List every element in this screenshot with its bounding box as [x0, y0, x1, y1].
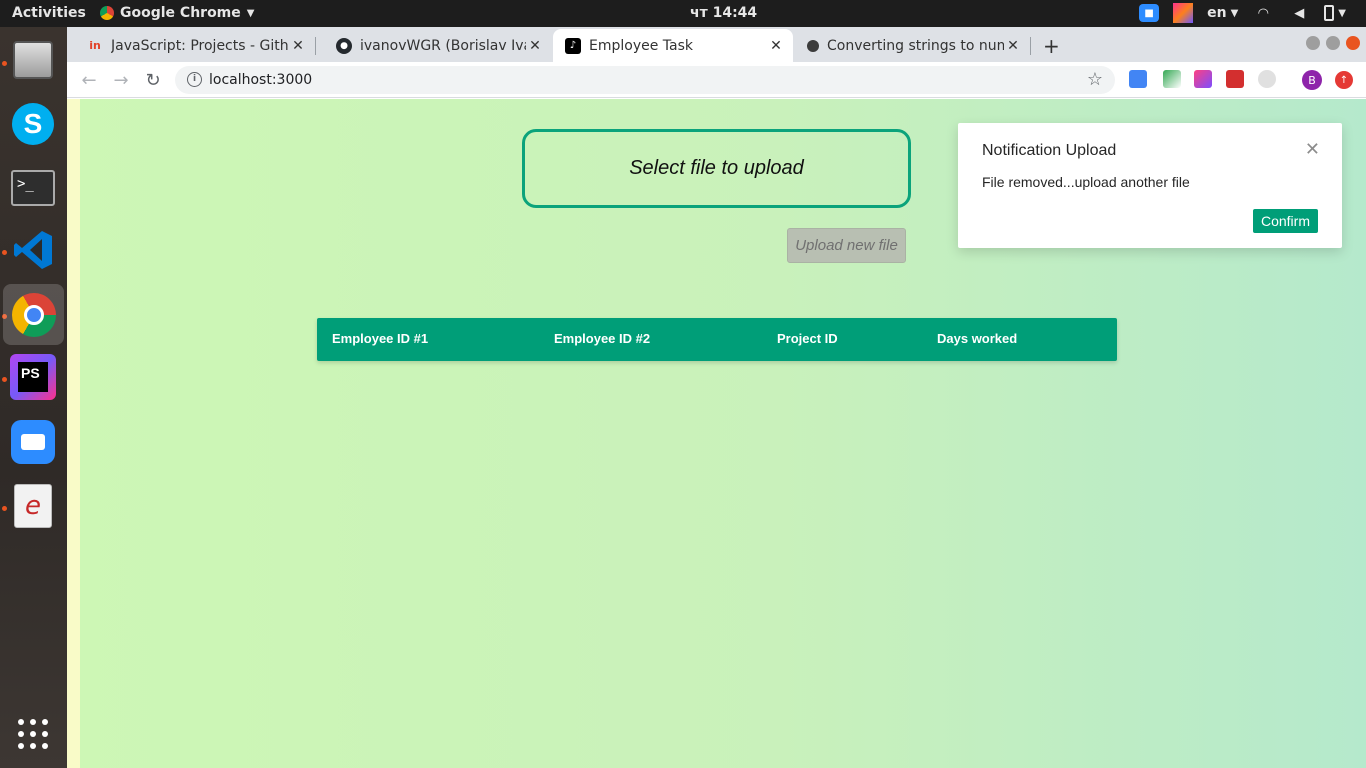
- new-tab-button[interactable]: +: [1043, 34, 1060, 58]
- url-text: localhost:3000: [209, 72, 313, 88]
- minimize-button[interactable]: [1306, 36, 1320, 50]
- terminal-icon[interactable]: >_: [8, 163, 58, 213]
- column-header-employee-1: Employee ID #1: [332, 331, 429, 346]
- vscode-icon[interactable]: [8, 225, 58, 275]
- reload-button[interactable]: ↻: [141, 68, 165, 92]
- clock[interactable]: чт 14:44: [690, 5, 757, 21]
- tab-strip: in JavaScript: Projects - Gith ✕ ● ivano…: [67, 27, 1366, 62]
- close-icon[interactable]: ✕: [1305, 139, 1320, 160]
- site-info-icon[interactable]: i: [187, 72, 202, 87]
- profile-initial: B: [1308, 73, 1316, 87]
- running-indicator: [2, 377, 7, 382]
- column-header-employee-2: Employee ID #2: [554, 331, 651, 346]
- column-header-days-worked: Days worked: [937, 331, 1018, 346]
- notification-title: Notification Upload: [982, 142, 1117, 159]
- files-icon[interactable]: [8, 35, 58, 85]
- results-table-header: Employee ID #1 Employee ID #2 Project ID…: [317, 318, 1117, 361]
- page-content: Select file to upload Upload new file Em…: [67, 99, 1366, 768]
- translate-extension-icon[interactable]: [1129, 70, 1147, 88]
- profile-avatar[interactable]: B: [1302, 70, 1322, 90]
- jetbrains-toolbox-icon[interactable]: [1173, 3, 1194, 23]
- color-picker-extension-icon[interactable]: [1163, 70, 1181, 88]
- tiktok-icon: ♪: [565, 37, 581, 54]
- app-menu-label: Google Chrome: [120, 5, 241, 21]
- upload-prompt: Select file to upload: [629, 157, 804, 179]
- system-top-bar: Activities Google Chrome ▼ чт 14:44 ■ en…: [0, 0, 1366, 27]
- gradient-extension-icon[interactable]: [1194, 70, 1212, 88]
- close-window-button[interactable]: [1346, 36, 1360, 50]
- battery-icon: [1324, 5, 1335, 21]
- page-icon: [807, 39, 819, 52]
- volume-icon[interactable]: ◀: [1288, 2, 1310, 24]
- running-indicator: [2, 250, 7, 255]
- wifi-icon[interactable]: ◠: [1252, 2, 1274, 24]
- language-label: en: [1207, 5, 1227, 21]
- close-icon[interactable]: ✕: [1004, 38, 1022, 54]
- address-bar[interactable]: i localhost:3000 ☆: [175, 66, 1115, 94]
- tab-javascript-projects[interactable]: in JavaScript: Projects - Gith ✕: [67, 29, 315, 62]
- grey-extension-icon[interactable]: [1258, 70, 1276, 88]
- app-grid-icon[interactable]: [8, 709, 58, 759]
- confirm-button[interactable]: Confirm: [1253, 209, 1318, 233]
- tab-title: Converting strings to num: [827, 37, 1004, 54]
- close-icon[interactable]: ✕: [289, 38, 307, 54]
- notification-popup: Notification Upload ✕ File removed...upl…: [958, 123, 1342, 248]
- chrome-window: in JavaScript: Projects - Gith ✕ ● ivano…: [67, 27, 1366, 768]
- forward-button[interactable]: →: [109, 68, 133, 92]
- back-button[interactable]: ←: [77, 68, 101, 92]
- tab-github-profile[interactable]: ● ivanovWGR (Borislav Ivan ✕: [316, 29, 552, 62]
- document-viewer-icon[interactable]: e: [8, 481, 58, 531]
- browser-toolbar: ← → ↻ i localhost:3000 ☆ B ↑: [67, 62, 1366, 98]
- column-header-project-id: Project ID: [777, 331, 838, 346]
- chevron-down-icon: ▼: [1230, 7, 1239, 19]
- system-menu[interactable]: ▼: [1324, 5, 1346, 21]
- red-extension-icon[interactable]: [1226, 70, 1244, 88]
- close-icon[interactable]: ✕: [767, 38, 785, 54]
- update-icon[interactable]: ↑: [1335, 71, 1353, 89]
- tab-title: JavaScript: Projects - Gith: [111, 37, 289, 54]
- tab-separator: [1030, 37, 1031, 55]
- chevron-down-icon: ▼: [1338, 7, 1346, 19]
- tab-title: ivanovWGR (Borislav Ivan: [360, 37, 526, 54]
- tab-converting-strings[interactable]: Converting strings to num ✕: [793, 29, 1030, 62]
- page-left-strip: [67, 99, 80, 768]
- gitlab-icon: in: [89, 39, 101, 52]
- chrome-small-icon: [100, 6, 114, 20]
- upload-new-file-button[interactable]: Upload new file: [787, 228, 906, 263]
- ubuntu-dock: S >_ PS e: [0, 27, 67, 768]
- tab-title: Employee Task: [589, 37, 694, 54]
- system-tray: ■ en ▼ ◠ ◀ ▼: [1139, 2, 1346, 24]
- running-indicator: [2, 61, 7, 66]
- notification-message: File removed...upload another file: [982, 174, 1190, 190]
- confirm-label: Confirm: [1260, 213, 1310, 229]
- skype-icon[interactable]: S: [8, 99, 58, 149]
- chevron-down-icon: ▼: [246, 7, 255, 19]
- close-icon[interactable]: ✕: [526, 38, 544, 54]
- running-indicator: [2, 506, 7, 511]
- maximize-button[interactable]: [1326, 36, 1340, 50]
- zoom-tray-icon[interactable]: ■: [1139, 4, 1160, 22]
- activities-button[interactable]: Activities: [12, 5, 86, 21]
- github-icon: ●: [336, 37, 352, 54]
- chrome-icon[interactable]: [3, 284, 64, 345]
- phpstorm-icon[interactable]: PS: [8, 352, 58, 402]
- zoom-icon[interactable]: [8, 417, 58, 467]
- tab-employee-task[interactable]: ♪ Employee Task ✕: [553, 29, 793, 62]
- upload-button-label: Upload new file: [795, 237, 898, 254]
- bookmark-star-icon[interactable]: ☆: [1087, 69, 1103, 90]
- file-upload-dropzone[interactable]: Select file to upload: [522, 129, 911, 208]
- language-indicator[interactable]: en ▼: [1207, 5, 1238, 21]
- app-menu[interactable]: Google Chrome ▼: [100, 5, 254, 21]
